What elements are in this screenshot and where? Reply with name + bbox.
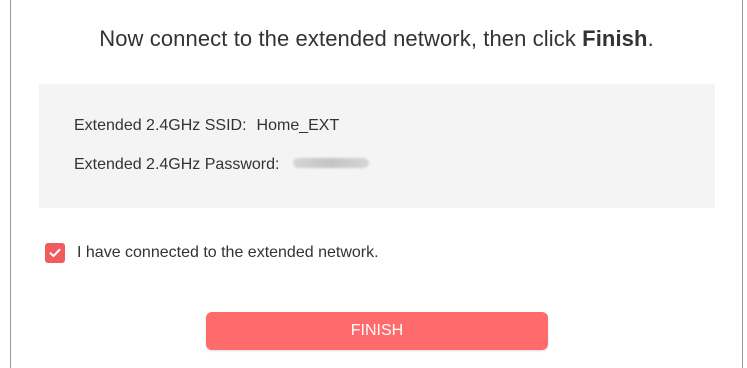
heading-finish-emphasis: Finish — [582, 26, 648, 51]
heading-text: Now connect to the extended network, the… — [99, 26, 583, 51]
password-label: Extended 2.4GHz Password: — [74, 156, 280, 173]
connected-checkbox-label: I have connected to the extended network… — [77, 244, 379, 261]
ssid-row: Extended 2.4GHz SSID: Home_EXT — [74, 117, 339, 135]
network-info-panel: Extended 2.4GHz SSID: Home_EXT Extended 2… — [39, 84, 715, 208]
finish-button[interactable]: FINISH — [206, 312, 548, 350]
connected-checkbox[interactable] — [45, 243, 65, 263]
password-value-masked — [293, 157, 370, 168]
checkmark-icon — [49, 248, 61, 257]
ssid-value: Home_EXT — [256, 117, 340, 134]
heading-period: . — [647, 26, 654, 51]
ssid-label: Extended 2.4GHz SSID: — [74, 117, 247, 134]
instruction-heading: Now connect to the extended network, the… — [11, 26, 742, 52]
connected-confirmation[interactable]: I have connected to the extended network… — [45, 242, 379, 264]
password-row: Extended 2.4GHz Password: — [74, 156, 370, 174]
